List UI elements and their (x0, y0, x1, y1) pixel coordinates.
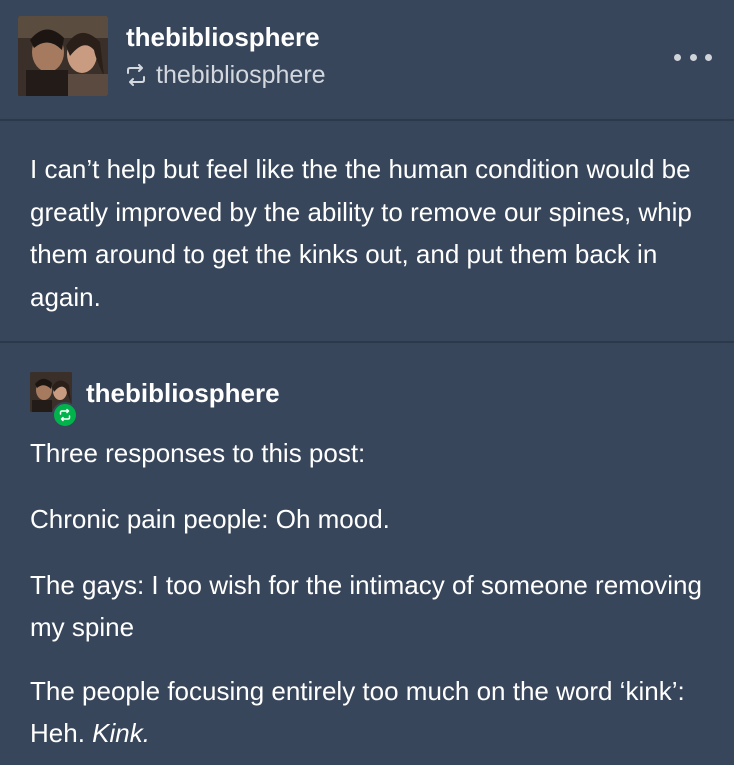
reblog-intro-line: Three responses to this post: (30, 438, 366, 468)
more-options-icon (674, 53, 681, 61)
reblog-kink-line: The people focusing entirely too much on… (30, 670, 710, 754)
more-options-icon (705, 53, 712, 61)
post-header: thebibliosphere thebibliosphere (0, 0, 734, 120)
reblog-kink-italic: Kink. (92, 718, 150, 748)
reblog-avatar[interactable] (30, 372, 78, 428)
header-divider (0, 119, 734, 121)
reblogged-from-username: thebibliosphere (156, 61, 326, 89)
post-body-text: I can’t help but feel like the the human… (30, 154, 692, 312)
more-options-button[interactable] (674, 44, 712, 70)
post-author-username[interactable]: thebibliosphere (126, 20, 320, 54)
reblog-author-username[interactable]: thebibliosphere (86, 376, 280, 410)
more-options-icon (689, 53, 697, 61)
reblog-header: thebibliosphere (0, 362, 734, 428)
reblog-gays-line: The gays: I too wish for the intimacy of… (30, 570, 702, 642)
reblogged-from[interactable]: thebibliosphere (124, 58, 326, 92)
avatar-image (18, 16, 108, 96)
avatar[interactable] (18, 16, 108, 96)
reblog-badge-icon (52, 402, 78, 428)
reblog-icon (124, 64, 148, 86)
reblog-chronic-pain-line: Chronic pain people: Oh mood. (30, 504, 390, 534)
reblog-divider (0, 341, 734, 343)
